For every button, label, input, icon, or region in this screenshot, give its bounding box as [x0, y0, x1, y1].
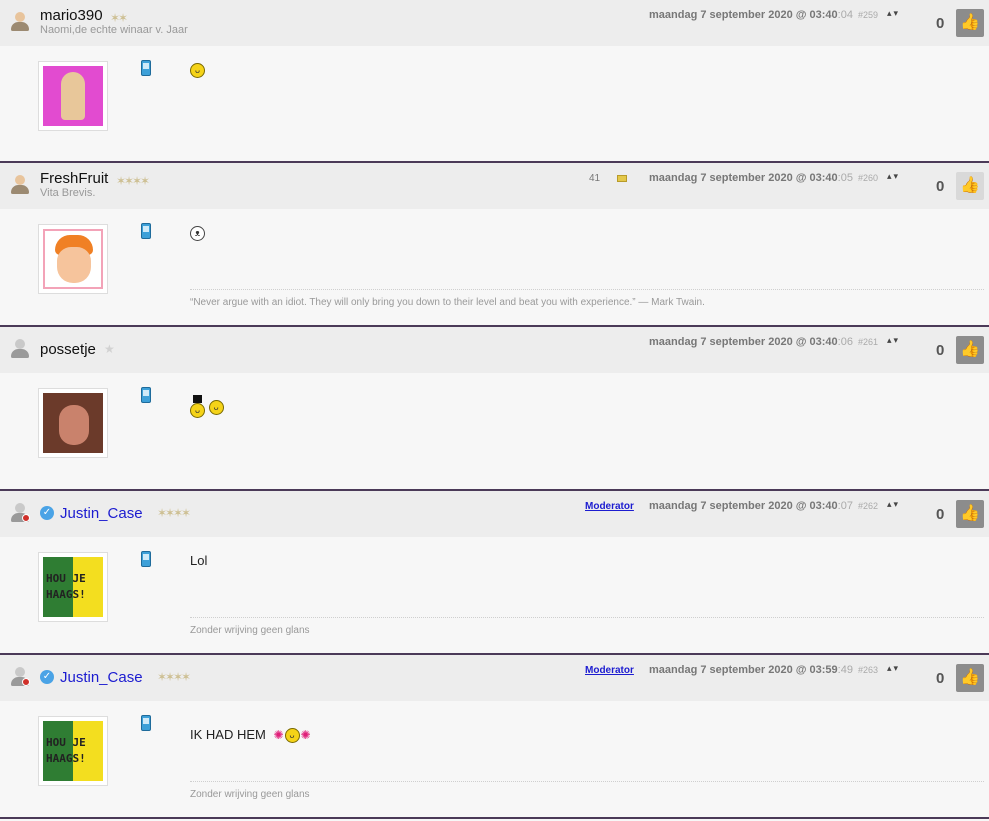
thumbs-up-icon: 👍 [960, 669, 980, 686]
post-number-link[interactable]: #260 [858, 173, 878, 183]
post-date: maandag 7 september 2020 @ 03:59:49 [649, 664, 853, 676]
forum-post: FreshFruit ✶ ✶ ✶ ✶ Vita Brevis. 41 maandag … [0, 163, 989, 327]
post-number-link[interactable]: #262 [858, 501, 878, 511]
rank-stars-icon: ✶ ✶ ✶ ✶ [157, 506, 192, 520]
post-content: ᴗ ᴗ [190, 395, 224, 418]
avatar[interactable] [38, 224, 108, 294]
thumbs-up-icon: 👍 [960, 14, 980, 31]
rank-stars-icon: ✶ ✶ ✶ ✶ [157, 670, 192, 684]
post-header: FreshFruit ✶ ✶ ✶ ✶ Vita Brevis. 41 maandag … [0, 163, 989, 209]
signature-divider [190, 781, 984, 782]
cheerleader-smiley-icon: ✺ ᴗ ✺ [273, 727, 311, 744]
avatar-image: HOU JE HAAGS! [43, 721, 103, 781]
avatar-text: HOU JE HAAGS! [46, 736, 86, 765]
rank-stars-icon: ★ [104, 342, 115, 356]
mobile-post-icon [141, 60, 151, 76]
forum-post: mario390 ✶ ✶ Naomi,de echte winaar v. Jaa… [0, 0, 989, 163]
post-content: IK HAD HEM ✺ ᴗ ✺ [190, 727, 311, 744]
user-title: Vita Brevis. [40, 187, 96, 199]
username-link[interactable]: FreshFruit [40, 170, 108, 187]
avatar-image [43, 66, 103, 126]
user-moderator-icon [10, 667, 30, 687]
post-header: ✓ Justin_Case ✶ ✶ ✶ ✶ Moderator maandag 7 s… [0, 655, 989, 701]
username-link[interactable]: mario390 [40, 7, 103, 24]
thumbs-up-button[interactable]: 👍 [956, 9, 984, 37]
post-navigation-arrows-icon[interactable]: ▴▾ [887, 9, 900, 18]
thumbs-up-button[interactable]: 👍 [956, 664, 984, 692]
user-female-icon [10, 175, 30, 195]
username-link[interactable]: Justin_Case [60, 505, 143, 522]
signature: Zonder wrijving geen glans [190, 625, 310, 636]
post-header: possetje ★ maandag 7 september 2020 @ 03… [0, 327, 989, 373]
mobile-post-icon [141, 223, 151, 239]
post-navigation-arrows-icon[interactable]: ▴▾ [887, 336, 900, 345]
moderator-link[interactable]: Moderator [585, 501, 634, 512]
thumbs-up-icon: 👍 [960, 505, 980, 522]
vote-count: 0 [936, 342, 945, 359]
smiley-icon: ᴗ [208, 400, 224, 415]
signature: Zonder wrijving geen glans [190, 789, 310, 800]
post-header: ✓ Justin_Case ✶ ✶ ✶ ✶ Moderator maandag 7 s… [0, 491, 989, 537]
top-hat-smiley-icon: ᴗ [190, 395, 205, 418]
signature: “Never argue with an idiot. They will on… [190, 297, 705, 308]
post-date: maandag 7 september 2020 @ 03:40:07 [649, 500, 853, 512]
tongue-smiley-icon: ᴥ [190, 226, 205, 242]
post-date: maandag 7 september 2020 @ 03:40:04 [649, 9, 853, 21]
post-date: maandag 7 september 2020 @ 03:40:06 [649, 336, 853, 348]
post-navigation-arrows-icon[interactable]: ▴▾ [887, 664, 900, 673]
post-content: ᴥ [190, 225, 205, 242]
post-text: IK HAD HEM [190, 727, 266, 742]
post-list: mario390 ✶ ✶ Naomi,de echte winaar v. Jaa… [0, 0, 989, 819]
vote-count: 0 [936, 178, 945, 195]
signature-divider [190, 289, 984, 290]
mobile-post-icon [141, 551, 151, 567]
vote-count: 0 [936, 670, 945, 687]
thumbs-up-icon: 👍 [960, 341, 980, 358]
avatar[interactable]: HOU JE HAAGS! [38, 716, 108, 786]
forum-post: ✓ Justin_Case ✶ ✶ ✶ ✶ Moderator maandag 7 s… [0, 491, 989, 655]
moderator-link[interactable]: Moderator [585, 665, 634, 676]
avatar[interactable] [38, 388, 108, 458]
post-date: maandag 7 september 2020 @ 03:40:05 [649, 172, 853, 184]
post-navigation-arrows-icon[interactable]: ▴▾ [887, 172, 900, 181]
user-moderator-icon [10, 503, 30, 523]
post-header: mario390 ✶ ✶ Naomi,de echte winaar v. Jaa… [0, 0, 989, 46]
verified-check-icon: ✓ [40, 506, 54, 520]
avatar-image [43, 229, 103, 289]
rank-stars-icon: ✶ ✶ ✶ ✶ [116, 174, 151, 188]
post-number-link[interactable]: #261 [858, 337, 878, 347]
post-number-link[interactable]: #263 [858, 665, 878, 675]
forum-post: possetje ★ maandag 7 september 2020 @ 03… [0, 327, 989, 491]
mobile-post-icon [141, 715, 151, 731]
post-content: Lol [190, 553, 208, 568]
mail-icon[interactable] [617, 175, 627, 182]
post-content: ᴗ [190, 62, 205, 79]
signature-divider [190, 617, 984, 618]
thumbs-up-icon: 👍 [960, 177, 980, 194]
post-number-link[interactable]: #259 [858, 10, 878, 20]
avatar-image: HOU JE HAAGS! [43, 557, 103, 617]
vote-count: 0 [936, 506, 945, 523]
username-link[interactable]: possetje [40, 341, 96, 358]
verified-check-icon: ✓ [40, 670, 54, 684]
thumbs-up-button[interactable]: 👍 [956, 172, 984, 200]
vote-count: 0 [936, 15, 945, 32]
avatar[interactable] [38, 61, 108, 131]
user-title: Naomi,de echte winaar v. Jaar [40, 24, 188, 36]
post-navigation-arrows-icon[interactable]: ▴▾ [887, 500, 900, 509]
forum-post: ✓ Justin_Case ✶ ✶ ✶ ✶ Moderator maandag 7 s… [0, 655, 989, 819]
thumbs-up-button[interactable]: 👍 [956, 500, 984, 528]
mobile-post-icon [141, 387, 151, 403]
post-count: 41 [589, 173, 601, 184]
avatar-text: HOU JE HAAGS! [46, 572, 86, 601]
smiley-icon: ᴗ [190, 63, 205, 79]
avatar[interactable]: HOU JE HAAGS! [38, 552, 108, 622]
user-male-icon [10, 339, 30, 359]
username-link[interactable]: Justin_Case [60, 669, 143, 686]
avatar-image [43, 393, 103, 453]
thumbs-up-button[interactable]: 👍 [956, 336, 984, 364]
user-female-icon [10, 12, 30, 32]
